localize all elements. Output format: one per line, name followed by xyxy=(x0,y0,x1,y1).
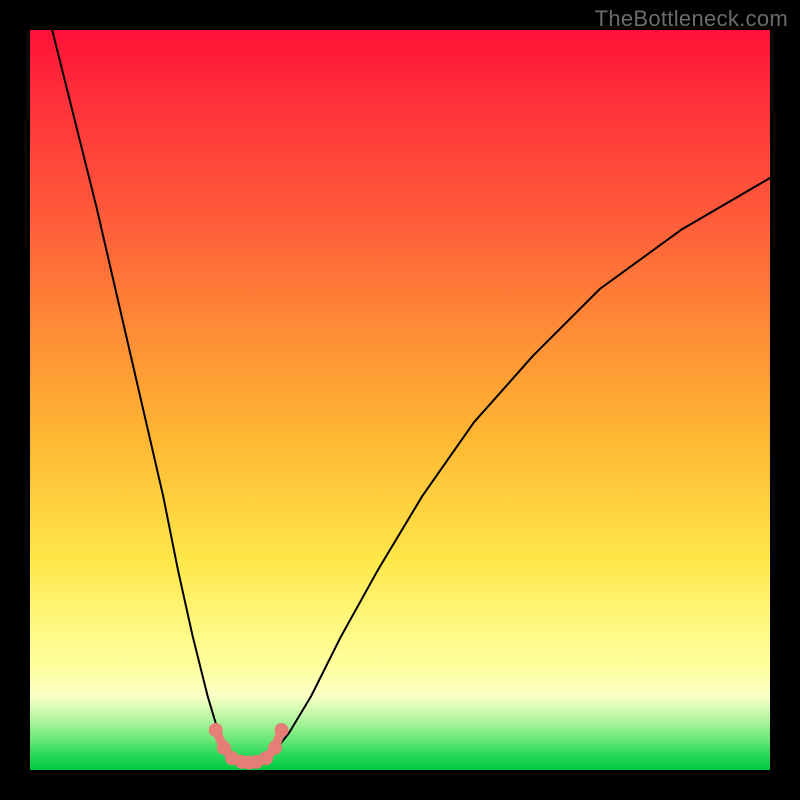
curve-layer xyxy=(30,30,770,770)
plot-area xyxy=(30,30,770,770)
marker-arc xyxy=(209,723,289,770)
curve-left-branch xyxy=(52,30,232,761)
chart-frame: TheBottleneck.com xyxy=(0,0,800,800)
watermark-text: TheBottleneck.com xyxy=(595,6,788,32)
curve-right-branch xyxy=(263,178,770,761)
